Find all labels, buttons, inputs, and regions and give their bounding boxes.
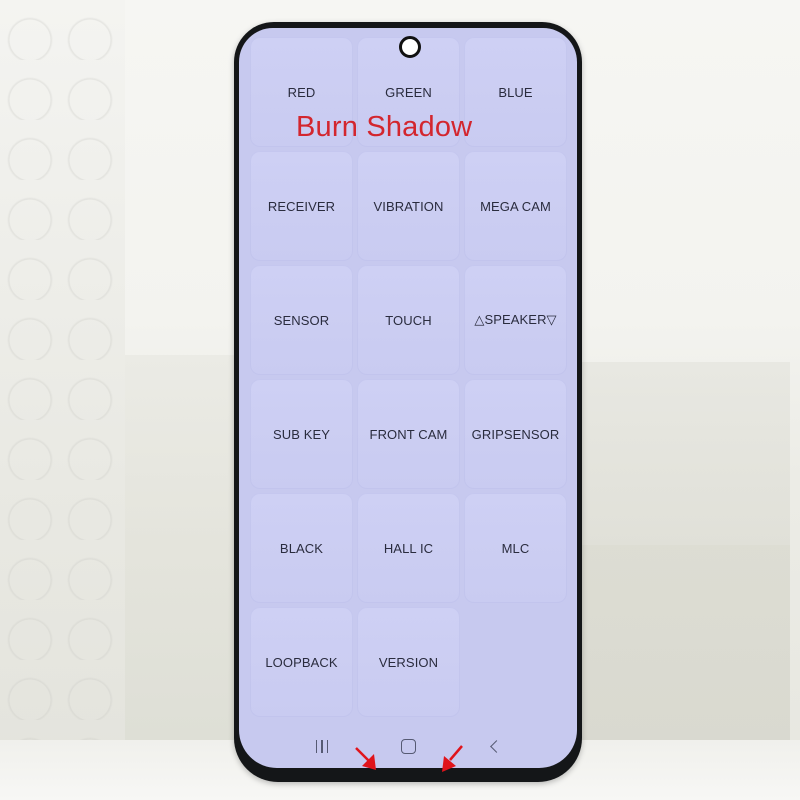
phone-display-assembly: RED GREEN BLUE RECEIVER VIBRATION MEGA C… [234, 22, 582, 782]
tile-label: BLACK [279, 540, 324, 556]
tile-front-cam[interactable]: FRONT CAM [357, 379, 460, 489]
foam-block-left [125, 355, 235, 740]
tile-speaker[interactable]: △SPEAKER▽ [464, 265, 567, 375]
recents-icon [315, 739, 329, 753]
tile-blue[interactable]: BLUE [464, 37, 567, 147]
tile-sub-key[interactable]: SUB KEY [250, 379, 353, 489]
tile-label: △SPEAKER▽ [474, 312, 557, 327]
burn-shadow-overlay-label: Burn Shadow [296, 111, 473, 143]
tile-mega-cam[interactable]: MEGA CAM [464, 151, 567, 261]
phone-screen: RED GREEN BLUE RECEIVER VIBRATION MEGA C… [239, 28, 577, 768]
tile-gripsensor[interactable]: GRIPSENSOR [464, 379, 567, 489]
recents-button[interactable] [302, 731, 342, 761]
foam-block-right-lower [580, 545, 790, 745]
home-button[interactable] [388, 731, 428, 761]
tile-label: FRONT CAM [369, 426, 448, 442]
tile-label: VERSION [378, 654, 439, 670]
tile-label: HALL IC [383, 540, 434, 556]
tile-label: RED [287, 84, 316, 100]
tile-label: LOOPBACK [265, 654, 338, 670]
navigation-bar [239, 728, 577, 764]
tile-label: SENSOR [273, 312, 330, 328]
tile-touch[interactable]: TOUCH [357, 265, 460, 375]
red-arrow-icon [442, 745, 463, 772]
red-arrow-icon [355, 747, 376, 770]
tile-receiver[interactable]: RECEIVER [250, 151, 353, 261]
tile-label: SUB KEY [272, 426, 331, 442]
bubble-wrap-background [0, 0, 125, 800]
tile-label: VIBRATION [373, 198, 444, 214]
tile-sensor[interactable]: SENSOR [250, 265, 353, 375]
tile-mlc[interactable]: MLC [464, 493, 567, 603]
tile-label: BLUE [498, 84, 533, 100]
tile-hall-ic[interactable]: HALL IC [357, 493, 460, 603]
tile-version[interactable]: VERSION [357, 607, 460, 717]
tile-label: MEGA CAM [480, 198, 551, 214]
home-icon [400, 738, 416, 754]
tile-black[interactable]: BLACK [250, 493, 353, 603]
tile-label: MLC [501, 540, 530, 556]
tile-label: RECEIVER [267, 198, 336, 214]
back-icon [489, 739, 503, 753]
front-camera-punch-hole [399, 36, 421, 58]
tile-loopback[interactable]: LOOPBACK [250, 607, 353, 717]
tile-vibration[interactable]: VIBRATION [357, 151, 460, 261]
back-button[interactable] [474, 731, 514, 761]
tile-label: TOUCH [385, 312, 432, 328]
tile-label: GRIPSENSOR [471, 426, 560, 442]
tile-label: GREEN [385, 84, 432, 100]
